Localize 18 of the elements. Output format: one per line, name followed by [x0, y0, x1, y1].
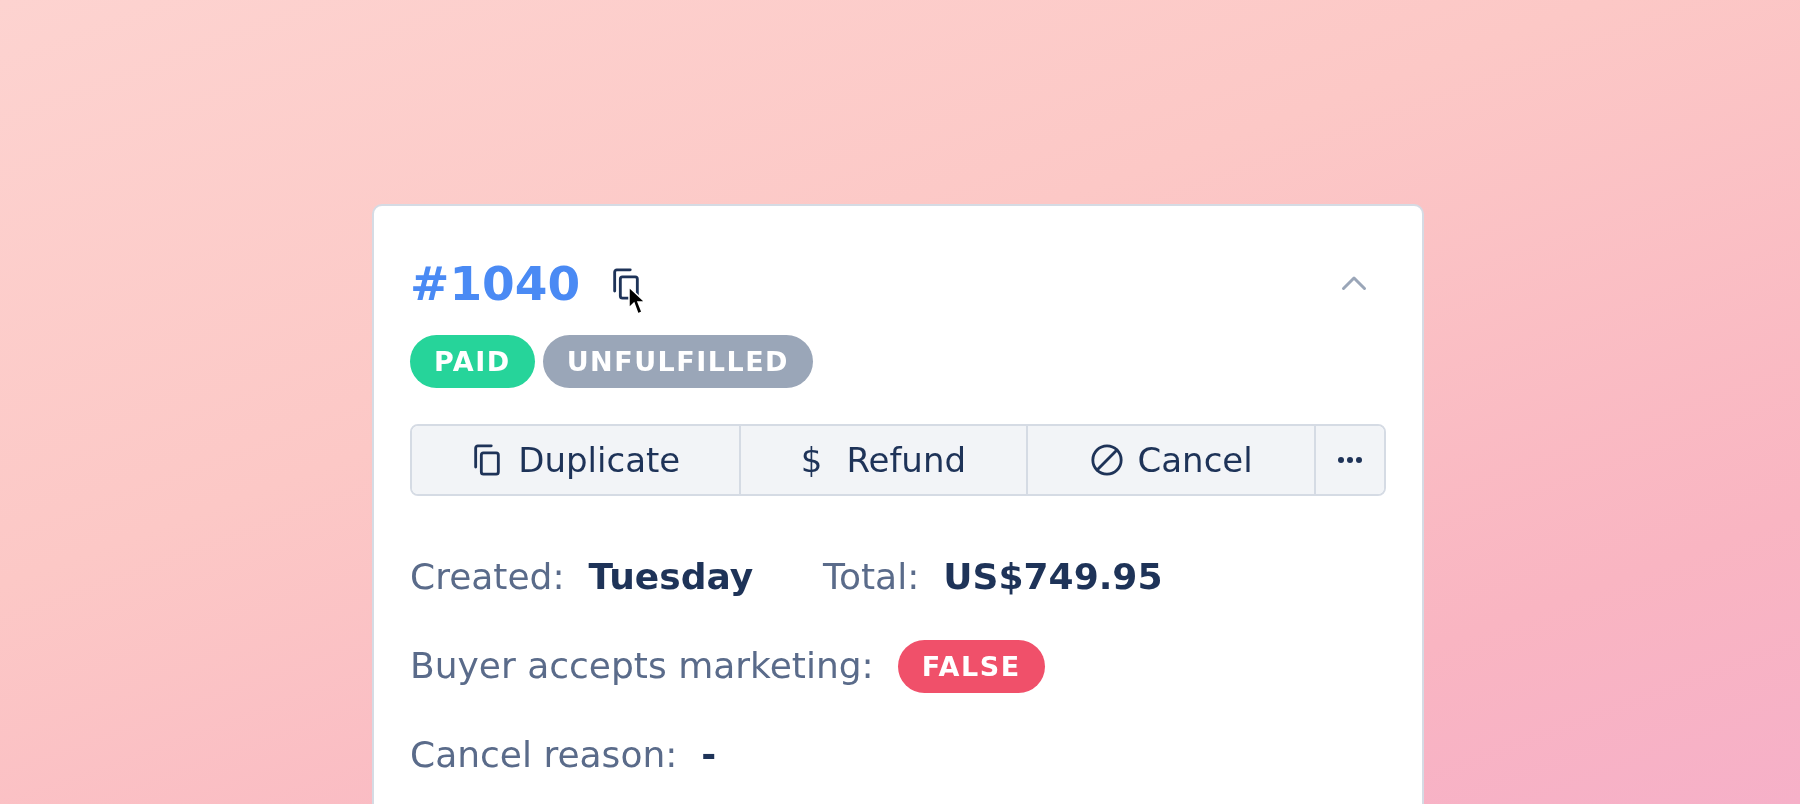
field-label: Created:	[410, 555, 565, 599]
status-badge: FALSE	[897, 639, 1045, 693]
status-badge: PAID	[410, 335, 535, 388]
dollar-icon: $	[800, 434, 823, 486]
field-label: Total:	[823, 555, 920, 599]
status-badge: UNFULFILLED	[542, 335, 814, 388]
duplicate-button[interactable]: Duplicate	[412, 426, 741, 494]
field-label: Buyer accepts marketing:	[410, 644, 874, 688]
order-number: #1040	[410, 260, 581, 307]
more-button[interactable]	[1315, 426, 1384, 494]
field-value: Tuesday	[588, 555, 754, 599]
field-label: Cancel reason:	[410, 733, 678, 777]
field-value: -	[701, 733, 717, 777]
cancel-button[interactable]: Cancel	[1028, 426, 1316, 494]
ban-icon	[1089, 443, 1124, 477]
field-value: US$749.95	[943, 555, 1163, 599]
refund-button[interactable]: $ Refund	[740, 426, 1029, 494]
more-icon	[1338, 457, 1362, 463]
